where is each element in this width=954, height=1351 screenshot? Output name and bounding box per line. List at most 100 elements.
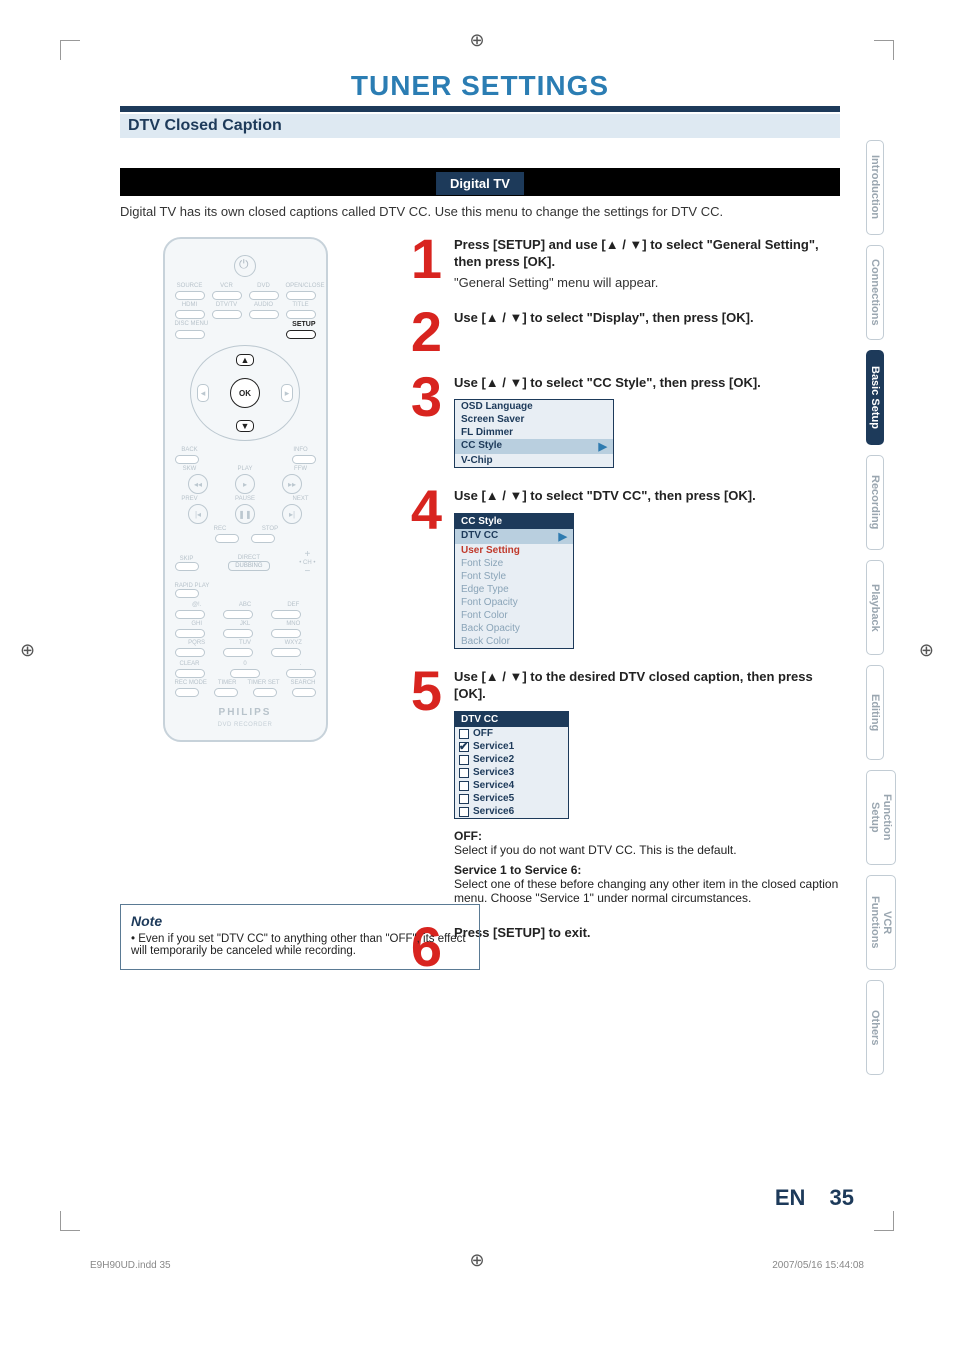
btn-label: AUDIO	[249, 302, 279, 308]
crop-mark	[874, 1211, 894, 1231]
menu-item: V-Chip	[455, 454, 613, 467]
remote-button	[271, 629, 301, 638]
remote-control-illustration: SOURCE VCR DVD OPEN/CLOSE HDMI DTV/TV	[163, 237, 328, 742]
note-title: Note	[131, 913, 469, 929]
desc-title: OFF:	[454, 829, 840, 843]
setup-button	[286, 330, 316, 339]
btn-label: CLEAR	[175, 661, 205, 667]
tab-others[interactable]: Others	[866, 980, 884, 1075]
remote-button	[292, 455, 316, 464]
checkbox-icon	[459, 794, 469, 804]
remote-button	[249, 291, 279, 300]
desc-body: Select if you do not want DTV CC. This i…	[454, 843, 840, 857]
step-number: 1	[400, 237, 442, 290]
registration-mark-icon: ⊕	[469, 30, 484, 51]
tab-function-setup[interactable]: Function Setup	[866, 770, 896, 865]
note-text: Even if you set "DTV CC" to anything oth…	[131, 933, 466, 957]
desc-body: Select one of these before changing any …	[454, 877, 840, 905]
remote-button	[223, 610, 253, 619]
menu-item-dim: Back Color	[455, 635, 573, 648]
step-4: 4 Use [▲ / ▼] to select "DTV CC", then p…	[400, 488, 840, 649]
menu-box-ccstyle: CC Style DTV CC ▶ User Setting Font Size…	[454, 513, 574, 649]
btn-label: OPEN/CLOSE	[286, 283, 316, 289]
remote-button	[271, 648, 301, 657]
remote-button	[175, 610, 205, 619]
tab-recording[interactable]: Recording	[866, 455, 884, 550]
tab-vcr-functions[interactable]: VCR Functions	[866, 875, 896, 970]
remote-button	[175, 669, 205, 678]
registration-mark-icon: ⊕	[919, 640, 934, 661]
btn-label: TITLE	[286, 302, 316, 308]
remote-button	[223, 648, 253, 657]
list-title: DTV CC	[455, 712, 568, 727]
remote-button	[223, 629, 253, 638]
step-2: 2 Use [▲ / ▼] to select "Display", then …	[400, 310, 840, 355]
tab-editing[interactable]: Editing	[866, 665, 884, 760]
list-item: Service2	[455, 753, 568, 766]
side-tabs: Introduction Connections Basic Setup Rec…	[866, 140, 894, 1085]
checkbox-icon	[459, 755, 469, 765]
rewind-icon: ◂◂	[188, 474, 208, 494]
menu-item-dim: Font Opacity	[455, 596, 573, 609]
remote-button	[249, 310, 279, 319]
remote-button	[175, 629, 205, 638]
remote-button	[230, 669, 260, 678]
pause-icon: ❚❚	[235, 504, 255, 524]
menu-item-label: DTV CC	[461, 530, 498, 543]
checkbox-icon	[459, 729, 469, 739]
menu-item-selected: DTV CC ▶	[455, 529, 573, 544]
step-heading: Press [SETUP] to exit.	[454, 925, 840, 942]
subheader-label: Digital TV	[436, 172, 524, 195]
tab-introduction[interactable]: Introduction	[866, 140, 884, 235]
key-label: JKL	[223, 621, 267, 627]
tab-connections[interactable]: Connections	[866, 245, 884, 340]
play-icon: ▸	[235, 474, 255, 494]
power-icon	[234, 255, 256, 277]
tab-basic-setup[interactable]: Basic Setup	[866, 350, 884, 445]
key-label: PQRS	[175, 640, 219, 646]
list-label: Service4	[473, 780, 514, 791]
step-1: 1 Press [SETUP] and use [▲ / ▼] to selec…	[400, 237, 840, 290]
list-box-dtvcc: DTV CC OFF Service1 Service2 Service3 Se…	[454, 711, 569, 819]
step-number: 5	[400, 669, 442, 905]
list-item: Service6	[455, 805, 568, 818]
remote-button	[286, 310, 316, 319]
btn-label: 0	[230, 661, 260, 667]
remote-button	[175, 589, 199, 598]
list-label: Service3	[473, 767, 514, 778]
note-box: Note • Even if you set "DTV CC" to anyth…	[120, 904, 480, 970]
right-arrow-icon: ▸	[281, 384, 293, 402]
crop-mark	[874, 40, 894, 60]
chevron-right-icon: ▶	[559, 530, 567, 543]
checkbox-icon	[459, 768, 469, 778]
btn-label: SKIP	[175, 556, 199, 562]
nav-pad: ▲ ▼ ◂ ▸ OK	[190, 345, 300, 441]
brand-subtitle: DVD RECORDER	[175, 722, 316, 728]
menu-item-dim: Font Color	[455, 609, 573, 622]
list-item: Service4	[455, 779, 568, 792]
setup-label: SETUP	[292, 321, 315, 328]
step-heading: Use [▲ / ▼] to select "Display", then pr…	[454, 310, 840, 327]
checkbox-icon	[459, 781, 469, 791]
menu-item-dim: Font Style	[455, 570, 573, 583]
remote-button	[175, 291, 205, 300]
intro-text: Digital TV has its own closed captions c…	[120, 204, 840, 219]
btn-label: STOP	[255, 526, 285, 532]
remote-button	[286, 291, 316, 300]
stop-button	[251, 534, 275, 543]
step-subtext: "General Setting" menu will appear.	[454, 275, 840, 290]
btn-label: DVD	[249, 283, 279, 289]
tab-playback[interactable]: Playback	[866, 560, 884, 655]
remote-button	[175, 648, 205, 657]
list-item: OFF	[455, 727, 568, 740]
remote-column: SOURCE VCR DVD OPEN/CLOSE HDMI DTV/TV	[120, 237, 370, 990]
remote-button	[253, 688, 277, 697]
list-label: Service2	[473, 754, 514, 765]
btn-label: SEARCH	[290, 680, 315, 686]
step-heading: Use [▲ / ▼] to select "DTV CC", then pre…	[454, 488, 840, 505]
btn-label: TIMER SET	[247, 680, 279, 686]
menu-item-dim: Edge Type	[455, 583, 573, 596]
content-area: TUNER SETTINGS DTV Closed Caption Digita…	[120, 70, 840, 990]
menu-item-dim: Font Size	[455, 557, 573, 570]
btn-label: SOURCE	[175, 283, 205, 289]
